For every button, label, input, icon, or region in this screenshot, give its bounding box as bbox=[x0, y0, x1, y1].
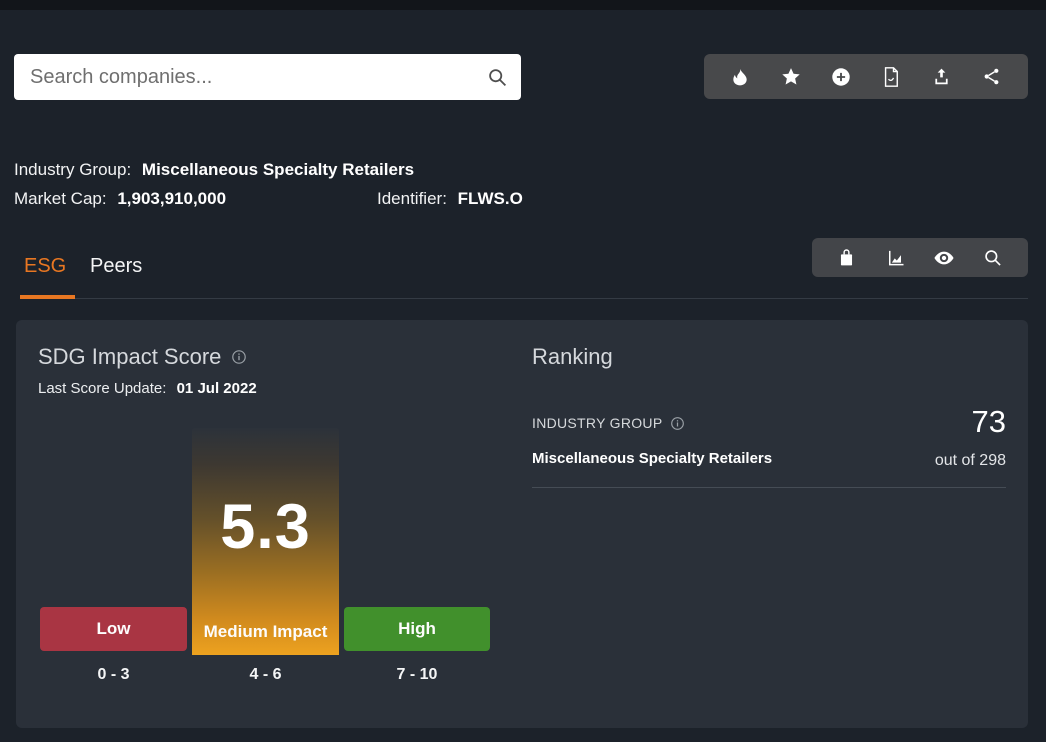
last-update-value: 01 Jul 2022 bbox=[177, 380, 257, 397]
view-toolbar bbox=[812, 238, 1028, 277]
info-icon[interactable] bbox=[670, 416, 685, 431]
sdg-score-value: 5.3 bbox=[192, 496, 339, 559]
market-cap-line: Market Cap: 1,903,910,000 Identifier: FL… bbox=[14, 189, 634, 213]
market-cap-label: Market Cap: bbox=[14, 189, 107, 208]
market-cap-value: 1,903,910,000 bbox=[117, 189, 226, 208]
sdg-title-row: SDG Impact Score bbox=[38, 344, 247, 370]
identifier-label: Identifier: bbox=[377, 189, 447, 208]
pdf-export-icon[interactable] bbox=[877, 63, 905, 91]
magnifier-icon[interactable] bbox=[979, 244, 1007, 272]
tabs-divider bbox=[20, 298, 1028, 299]
flame-icon[interactable] bbox=[726, 63, 754, 91]
gauge-low-range: 0 - 3 bbox=[40, 666, 187, 684]
gauge-medium-range: 4 - 6 bbox=[192, 666, 339, 684]
search-input[interactable] bbox=[14, 54, 521, 100]
star-icon[interactable] bbox=[777, 63, 805, 91]
last-score-update: Last Score Update: 01 Jul 2022 bbox=[38, 380, 257, 397]
gauge-medium-segment: 5.3 Medium Impact bbox=[192, 428, 339, 655]
ranking-title: Ranking bbox=[532, 344, 613, 370]
identifier-group: Identifier: FLWS.O bbox=[377, 189, 523, 209]
ranking-group-label: INDUSTRY GROUP bbox=[532, 415, 662, 431]
gauge-high-range: 7 - 10 bbox=[344, 666, 490, 684]
top-toolbar bbox=[704, 54, 1028, 99]
search-bar bbox=[14, 54, 521, 100]
gauge-low-segment: Low bbox=[40, 607, 187, 651]
last-update-label: Last Score Update: bbox=[38, 380, 166, 397]
eye-icon[interactable] bbox=[930, 244, 958, 272]
industry-group-line: Industry Group: Miscellaneous Specialty … bbox=[14, 160, 414, 180]
area-chart-icon[interactable] bbox=[882, 244, 910, 272]
tab-esg[interactable]: ESG bbox=[24, 255, 66, 278]
rank-value: 73 bbox=[972, 404, 1006, 440]
info-icon[interactable] bbox=[231, 349, 247, 365]
gauge-high-segment: High bbox=[344, 607, 490, 651]
active-tab-underline bbox=[20, 295, 75, 299]
ranking-divider bbox=[532, 487, 1006, 488]
top-black-strip bbox=[0, 0, 1046, 10]
sdg-title: SDG Impact Score bbox=[38, 344, 221, 370]
share-icon[interactable] bbox=[978, 63, 1006, 91]
industry-group-rank-row: INDUSTRY GROUP bbox=[532, 415, 685, 431]
gauge-low-label: Low bbox=[40, 607, 187, 651]
gauge-medium-label: Medium Impact bbox=[192, 622, 339, 642]
industry-group-label: Industry Group: bbox=[14, 160, 131, 179]
identifier-value: FLWS.O bbox=[458, 189, 523, 208]
search-icon[interactable] bbox=[487, 67, 508, 88]
rank-out-of: out of 298 bbox=[935, 452, 1006, 470]
upload-icon[interactable] bbox=[927, 63, 955, 91]
industry-group-value: Miscellaneous Specialty Retailers bbox=[142, 160, 414, 179]
ranking-group-name: Miscellaneous Specialty Retailers bbox=[532, 450, 772, 467]
plus-circle-icon[interactable] bbox=[827, 63, 855, 91]
gauge-high-label: High bbox=[344, 607, 490, 651]
tab-peers[interactable]: Peers bbox=[90, 255, 142, 278]
esg-card: SDG Impact Score Last Score Update: 01 J… bbox=[16, 320, 1028, 728]
bag-icon[interactable] bbox=[833, 244, 861, 272]
